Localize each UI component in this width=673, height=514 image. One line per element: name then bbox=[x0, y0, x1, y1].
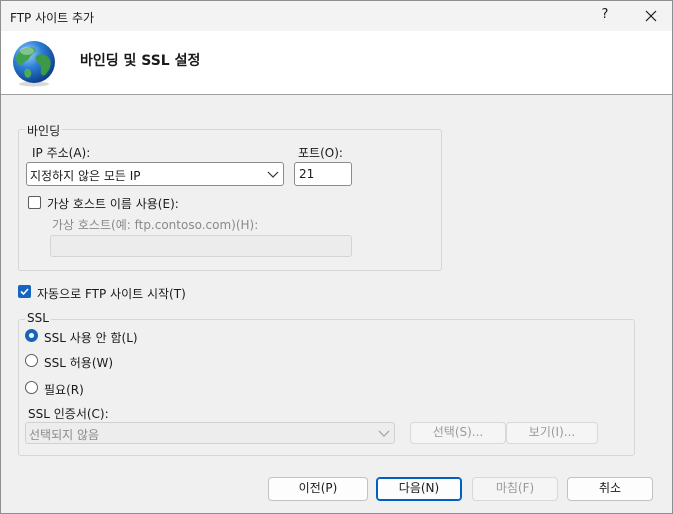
finish-button[interactable]: 마침(F) bbox=[472, 477, 558, 501]
ip-address-value: 지정하지 않은 모든 IP bbox=[30, 169, 141, 183]
next-button[interactable]: 다음(N) bbox=[376, 477, 462, 501]
close-icon bbox=[645, 10, 657, 22]
globe-icon bbox=[13, 41, 55, 87]
add-ftp-site-dialog: FTP 사이트 추가 ? 바인딩 및 SSL 설정 바인딩 IP 주소(A): … bbox=[0, 0, 673, 514]
virtual-host-input[interactable] bbox=[50, 235, 352, 257]
title-bar[interactable]: FTP 사이트 추가 ? bbox=[1, 1, 672, 31]
chevron-down-icon bbox=[378, 430, 390, 437]
wizard-header: 바인딩 및 SSL 설정 bbox=[1, 31, 672, 95]
ssl-cert-label: SSL 인증서(C): bbox=[28, 407, 109, 421]
virtual-host-checkbox[interactable] bbox=[28, 196, 41, 209]
ip-address-label: IP 주소(A): bbox=[32, 146, 91, 160]
port-input[interactable]: 21 bbox=[294, 162, 352, 186]
chevron-down-icon bbox=[267, 171, 279, 178]
help-button[interactable]: ? bbox=[595, 7, 615, 27]
autostart-checkbox[interactable] bbox=[18, 285, 31, 298]
ssl-allow-label: SSL 허용(W) bbox=[44, 356, 114, 370]
port-label: 포트(O): bbox=[298, 146, 343, 160]
window-title: FTP 사이트 추가 bbox=[10, 11, 95, 25]
autostart-label: 자동으로 FTP 사이트 시작(T) bbox=[37, 287, 186, 301]
ssl-cert-select[interactable]: 선택되지 않음 bbox=[25, 422, 395, 444]
ssl-group-label: SSL bbox=[25, 311, 51, 325]
ssl-require-label: 필요(R) bbox=[44, 383, 84, 397]
ssl-require-radio[interactable] bbox=[25, 381, 38, 394]
ssl-none-radio[interactable] bbox=[25, 329, 38, 342]
ssl-cert-value: 선택되지 않음 bbox=[29, 428, 100, 442]
ip-address-select[interactable]: 지정하지 않은 모든 IP bbox=[26, 162, 284, 186]
select-cert-button[interactable]: 선택(S)... bbox=[410, 422, 506, 444]
view-cert-button[interactable]: 보기(I)... bbox=[506, 422, 598, 444]
virtual-host-label: 가상 호스트(예: ftp.contoso.com)(H): bbox=[52, 218, 259, 232]
close-button[interactable] bbox=[637, 4, 665, 28]
virtual-host-checkbox-label: 가상 호스트 이름 사용(E): bbox=[47, 197, 179, 211]
page-title: 바인딩 및 SSL 설정 bbox=[80, 53, 201, 69]
ssl-none-label: SSL 사용 안 함(L) bbox=[44, 331, 138, 345]
binding-group-label: 바인딩 bbox=[25, 122, 63, 139]
checkmark-icon bbox=[20, 288, 29, 296]
previous-button[interactable]: 이전(P) bbox=[268, 477, 368, 501]
ssl-allow-radio[interactable] bbox=[25, 354, 38, 367]
cancel-button[interactable]: 취소 bbox=[567, 477, 653, 501]
